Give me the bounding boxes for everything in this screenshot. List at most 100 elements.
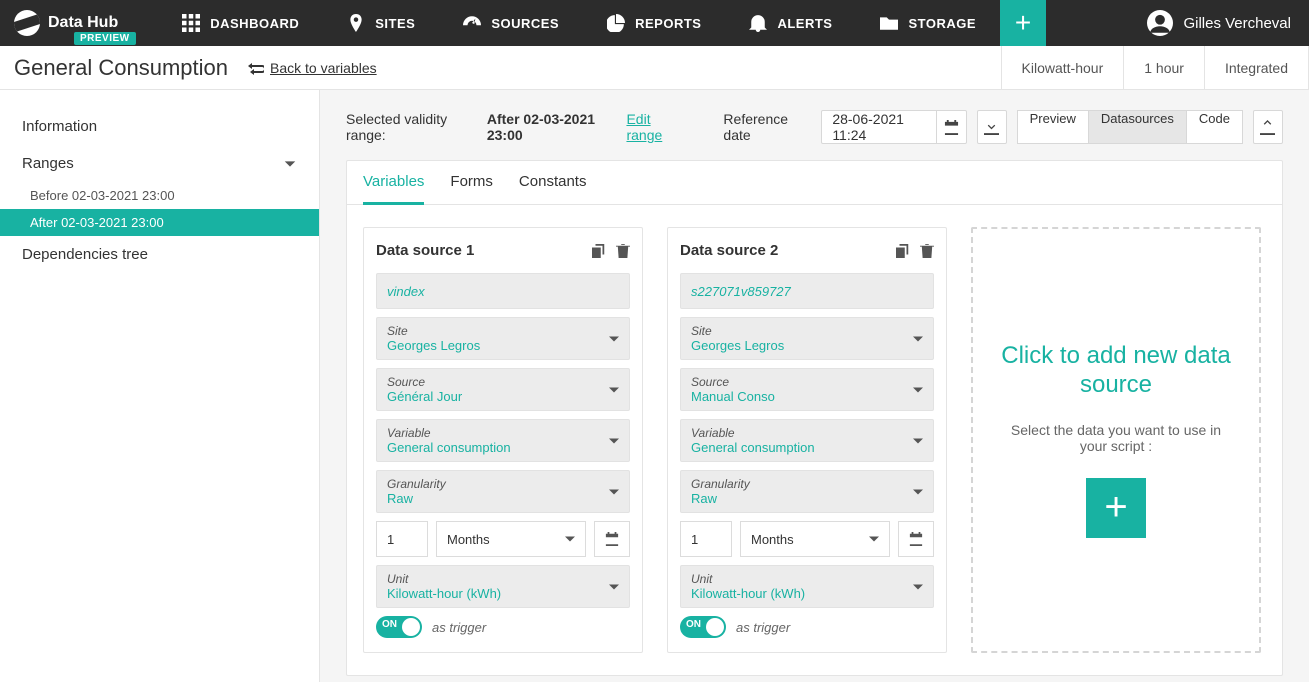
- datasource-panel: Variables Forms Constants Data source 1 …: [346, 160, 1283, 676]
- bell-icon: [749, 14, 767, 32]
- granularity-field[interactable]: GranularityRaw: [680, 470, 934, 513]
- nav-reports[interactable]: REPORTS: [583, 0, 725, 46]
- source-field[interactable]: SourceManual Conso: [680, 368, 934, 411]
- site-field[interactable]: SiteGeorges Legros: [376, 317, 630, 360]
- summary-period[interactable]: 1 hour: [1124, 46, 1205, 89]
- nav-dashboard[interactable]: DASHBOARD: [158, 0, 323, 46]
- trigger-toggle[interactable]: ON: [376, 616, 422, 638]
- trash-icon[interactable]: [920, 244, 934, 258]
- qty-input[interactable]: 1: [376, 521, 428, 557]
- sidebar-range-after[interactable]: After 02-03-2021 23:00: [0, 209, 319, 236]
- add-subtitle: Select the data you want to use in your …: [997, 422, 1235, 454]
- preview-badge: PREVIEW: [74, 32, 136, 45]
- top-nav: Data Hub PREVIEW DASHBOARD SITES SOURCES…: [0, 0, 1309, 46]
- upload-button[interactable]: [1253, 110, 1283, 144]
- brand-name: Data Hub: [48, 14, 118, 32]
- summary-unit[interactable]: Kilowatt-hour: [1002, 46, 1125, 89]
- trash-icon[interactable]: [616, 244, 630, 258]
- sidebar-item-ranges[interactable]: Ranges: [0, 145, 319, 182]
- nav-label: SOURCES: [491, 16, 559, 31]
- variable-field[interactable]: VariableGeneral consumption: [376, 419, 630, 462]
- validity-value: After 02-03-2021 23:00: [487, 111, 617, 143]
- datasource-title: Data source 1: [376, 242, 474, 259]
- copy-icon[interactable]: [896, 244, 910, 258]
- pie-icon: [607, 14, 625, 32]
- nav-items: DASHBOARD SITES SOURCES REPORTS ALERTS S…: [158, 0, 1046, 46]
- user-icon: [1147, 10, 1173, 36]
- site-field[interactable]: SiteGeorges Legros: [680, 317, 934, 360]
- sidebar: Information Ranges Before 02-03-2021 23:…: [0, 90, 320, 682]
- trigger-label: as trigger: [736, 620, 790, 635]
- tab-constants[interactable]: Constants: [519, 173, 587, 204]
- qty-input[interactable]: 1: [680, 521, 732, 557]
- subheader: General Consumption Back to variables Ki…: [0, 46, 1309, 90]
- brand-logo[interactable]: Data Hub PREVIEW: [14, 10, 118, 36]
- variable-field[interactable]: VariableGeneral consumption: [680, 419, 934, 462]
- refdate-value: 28-06-2021 11:24: [822, 111, 936, 143]
- ref-field[interactable]: s227071v859727: [680, 273, 934, 309]
- sources-row: Data source 1 vindex SiteGeorges Legros …: [347, 205, 1282, 675]
- gauge-icon: [463, 14, 481, 32]
- seg-preview[interactable]: Preview: [1017, 110, 1089, 144]
- nav-label: DASHBOARD: [210, 16, 299, 31]
- plus-icon: +: [1086, 478, 1146, 538]
- unit-field[interactable]: UnitKilowatt-hour (kWh): [376, 565, 630, 608]
- unit-field[interactable]: UnitKilowatt-hour (kWh): [680, 565, 934, 608]
- tabs: Variables Forms Constants: [347, 161, 1282, 205]
- period-calendar-icon[interactable]: [898, 521, 934, 557]
- nav-label: REPORTS: [635, 16, 701, 31]
- validity-label: Selected validity range:: [346, 111, 473, 143]
- nav-label: STORAGE: [908, 16, 976, 31]
- calendar-icon[interactable]: [936, 111, 965, 143]
- sidebar-range-before[interactable]: Before 02-03-2021 23:00: [0, 182, 319, 209]
- nav-add-button[interactable]: +: [1000, 0, 1046, 46]
- user-name: Gilles Vercheval: [1183, 15, 1291, 32]
- nav-label: SITES: [375, 16, 415, 31]
- refdate-input[interactable]: 28-06-2021 11:24: [821, 110, 966, 144]
- download-button[interactable]: [977, 110, 1007, 144]
- main-content: Selected validity range: After 02-03-202…: [320, 90, 1309, 682]
- datasource-title: Data source 2: [680, 242, 778, 259]
- ref-field[interactable]: vindex: [376, 273, 630, 309]
- back-link[interactable]: Back to variables: [248, 60, 377, 76]
- datasource-card-1: Data source 1 vindex SiteGeorges Legros …: [363, 227, 643, 653]
- datasource-card-2: Data source 2 s227071v859727 SiteGeorges…: [667, 227, 947, 653]
- nav-sites[interactable]: SITES: [323, 0, 439, 46]
- return-icon: [248, 60, 264, 76]
- sidebar-item-dependencies[interactable]: Dependencies tree: [0, 236, 319, 273]
- trigger-label: as trigger: [432, 620, 486, 635]
- summary-items: Kilowatt-hour 1 hour Integrated: [1001, 46, 1309, 89]
- tab-forms[interactable]: Forms: [450, 173, 493, 204]
- nav-label: ALERTS: [777, 16, 832, 31]
- page-title: General Consumption: [14, 55, 228, 81]
- period-calendar-icon[interactable]: [594, 521, 630, 557]
- trigger-toggle[interactable]: ON: [680, 616, 726, 638]
- toolbar: Selected validity range: After 02-03-202…: [346, 110, 1283, 144]
- user-menu[interactable]: Gilles Vercheval: [1147, 10, 1291, 36]
- granularity-field[interactable]: GranularityRaw: [376, 470, 630, 513]
- view-segment: Preview Datasources Code: [1017, 110, 1243, 144]
- sidebar-item-information[interactable]: Information: [0, 108, 319, 145]
- sidebar-ranges-label: Ranges: [22, 155, 74, 172]
- nav-storage[interactable]: STORAGE: [856, 0, 1000, 46]
- brand-icon: [14, 10, 40, 36]
- seg-code[interactable]: Code: [1187, 110, 1243, 144]
- chevron-down-icon: [283, 157, 297, 171]
- edit-range-link[interactable]: Edit range: [626, 111, 682, 143]
- pin-icon: [347, 14, 365, 32]
- nav-alerts[interactable]: ALERTS: [725, 0, 856, 46]
- period-select[interactable]: Months: [436, 521, 586, 557]
- grid-icon: [182, 14, 200, 32]
- refdate-label: Reference date: [723, 111, 807, 143]
- add-datasource-card[interactable]: Click to add new data source Select the …: [971, 227, 1261, 653]
- period-select[interactable]: Months: [740, 521, 890, 557]
- tab-variables[interactable]: Variables: [363, 173, 424, 205]
- back-label: Back to variables: [270, 60, 377, 76]
- folder-icon: [880, 14, 898, 32]
- summary-mode[interactable]: Integrated: [1205, 46, 1309, 89]
- copy-icon[interactable]: [592, 244, 606, 258]
- seg-datasources[interactable]: Datasources: [1089, 110, 1187, 144]
- add-title: Click to add new data source: [997, 342, 1235, 400]
- nav-sources[interactable]: SOURCES: [439, 0, 583, 46]
- source-field[interactable]: SourceGénéral Jour: [376, 368, 630, 411]
